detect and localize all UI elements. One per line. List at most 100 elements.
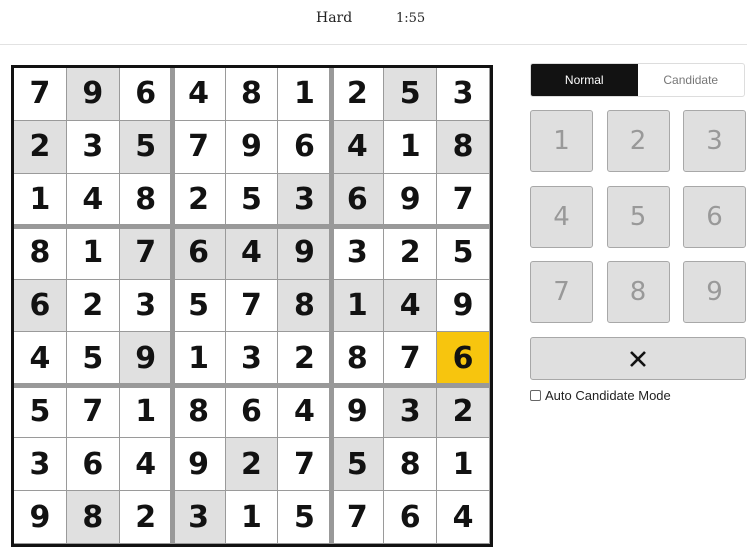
cell-r3c6[interactable]: 3	[278, 173, 332, 227]
number-key-9[interactable]: 9	[683, 261, 746, 323]
cell-r9c5[interactable]: 1	[225, 491, 279, 544]
cell-r7c8[interactable]: 3	[384, 385, 438, 439]
cell-r7c3[interactable]: 1	[119, 385, 173, 439]
cell-r2c9[interactable]: 8	[437, 120, 490, 174]
cell-r8c5[interactable]: 2	[225, 438, 279, 492]
cell-r8c4[interactable]: 9	[172, 438, 226, 492]
cell-r7c5[interactable]: 6	[225, 385, 279, 439]
cell-r1c4[interactable]: 4	[172, 68, 226, 121]
cell-r8c8[interactable]: 8	[384, 438, 438, 492]
cell-r4c8[interactable]: 2	[384, 226, 438, 280]
cell-r5c5[interactable]: 7	[225, 279, 279, 333]
cell-r1c7[interactable]: 2	[331, 68, 385, 121]
cell-r1c6[interactable]: 1	[278, 68, 332, 121]
cell-r5c3[interactable]: 3	[119, 279, 173, 333]
sudoku-board: 7964812532357964181482536978176493256235…	[11, 65, 493, 547]
cell-r3c8[interactable]: 9	[384, 173, 438, 227]
cell-r7c1[interactable]: 5	[14, 385, 67, 439]
cell-r8c6[interactable]: 7	[278, 438, 332, 492]
number-key-4[interactable]: 4	[530, 185, 593, 248]
cell-r9c3[interactable]: 2	[119, 491, 173, 544]
cell-r4c6[interactable]: 9	[278, 226, 332, 280]
cell-r1c5[interactable]: 8	[225, 68, 279, 121]
cell-r2c6[interactable]: 6	[278, 120, 332, 174]
cell-r7c6[interactable]: 4	[278, 385, 332, 439]
cell-r2c4[interactable]: 7	[172, 120, 226, 174]
cell-r7c4[interactable]: 8	[172, 385, 226, 439]
cell-r9c8[interactable]: 6	[384, 491, 438, 544]
cell-r5c8[interactable]: 4	[384, 279, 438, 333]
cell-r3c4[interactable]: 2	[172, 173, 226, 227]
number-key-3[interactable]: 3	[683, 110, 746, 172]
cell-r4c7[interactable]: 3	[331, 226, 385, 280]
auto-candidate-toggle[interactable]: Auto Candidate Mode	[530, 388, 671, 403]
cell-r1c2[interactable]: 9	[66, 68, 120, 121]
cell-r9c2[interactable]: 8	[66, 491, 120, 544]
cell-r7c7[interactable]: 9	[331, 385, 385, 439]
cell-r9c7[interactable]: 7	[331, 491, 385, 544]
cell-r6c7[interactable]: 8	[331, 332, 385, 386]
cell-r4c4[interactable]: 6	[172, 226, 226, 280]
cell-r4c1[interactable]: 8	[14, 226, 67, 280]
number-key-2[interactable]: 2	[606, 110, 670, 172]
number-key-8[interactable]: 8	[606, 261, 670, 323]
erase-button[interactable]	[530, 337, 746, 380]
cell-r2c8[interactable]: 1	[384, 120, 438, 174]
cell-r2c3[interactable]: 5	[119, 120, 173, 174]
close-x-icon	[630, 350, 646, 367]
number-key-6[interactable]: 6	[683, 185, 746, 248]
cell-r6c2[interactable]: 5	[66, 332, 120, 386]
number-key-7[interactable]: 7	[530, 261, 593, 323]
cell-r8c7[interactable]: 5	[331, 438, 385, 492]
cell-r8c2[interactable]: 6	[66, 438, 120, 492]
mode-normal-button[interactable]: Normal	[531, 64, 638, 96]
cell-r8c3[interactable]: 4	[119, 438, 173, 492]
number-key-5[interactable]: 5	[606, 185, 670, 248]
cell-r2c2[interactable]: 3	[66, 120, 120, 174]
cell-r5c4[interactable]: 5	[172, 279, 226, 333]
cell-r8c9[interactable]: 1	[437, 438, 490, 492]
cell-r5c6[interactable]: 8	[278, 279, 332, 333]
cell-r9c6[interactable]: 5	[278, 491, 332, 544]
cell-r6c5[interactable]: 3	[225, 332, 279, 386]
cell-r6c1[interactable]: 4	[14, 332, 67, 386]
block-divider-horizontal	[14, 382, 490, 388]
auto-candidate-checkbox[interactable]	[530, 390, 541, 401]
cell-r4c9[interactable]: 5	[437, 226, 490, 280]
cell-r2c7[interactable]: 4	[331, 120, 385, 174]
cell-r5c7[interactable]: 1	[331, 279, 385, 333]
cell-r3c5[interactable]: 5	[225, 173, 279, 227]
cell-r7c9[interactable]: 2	[437, 385, 490, 439]
cell-r3c9[interactable]: 7	[437, 173, 490, 227]
cell-r5c2[interactable]: 2	[66, 279, 120, 333]
cell-r1c3[interactable]: 6	[119, 68, 173, 121]
number-key-1[interactable]: 1	[530, 110, 593, 172]
cell-r1c9[interactable]: 3	[437, 68, 490, 121]
cell-r6c9[interactable]: 6	[437, 332, 490, 386]
cell-r9c1[interactable]: 9	[14, 491, 67, 544]
cell-r6c6[interactable]: 2	[278, 332, 332, 386]
cell-r9c9[interactable]: 4	[437, 491, 490, 544]
cell-r3c2[interactable]: 4	[66, 173, 120, 227]
cell-r6c8[interactable]: 7	[384, 332, 438, 386]
cell-r8c1[interactable]: 3	[14, 438, 67, 492]
cell-r4c3[interactable]: 7	[119, 226, 173, 280]
cell-r4c2[interactable]: 1	[66, 226, 120, 280]
cell-r1c1[interactable]: 7	[14, 68, 67, 121]
cell-r5c1[interactable]: 6	[14, 279, 67, 333]
mode-candidate-button[interactable]: Candidate	[638, 64, 745, 96]
auto-candidate-label: Auto Candidate Mode	[545, 388, 671, 403]
cell-r3c1[interactable]: 1	[14, 173, 67, 227]
difficulty-label: Hard	[316, 10, 353, 26]
cell-r2c1[interactable]: 2	[14, 120, 67, 174]
cell-r6c4[interactable]: 1	[172, 332, 226, 386]
cell-r7c2[interactable]: 7	[66, 385, 120, 439]
cell-r3c7[interactable]: 6	[331, 173, 385, 227]
cell-r1c8[interactable]: 5	[384, 68, 438, 121]
cell-r9c4[interactable]: 3	[172, 491, 226, 544]
cell-r6c3[interactable]: 9	[119, 332, 173, 386]
cell-r2c5[interactable]: 9	[225, 120, 279, 174]
cell-r5c9[interactable]: 9	[437, 279, 490, 333]
cell-r4c5[interactable]: 4	[225, 226, 279, 280]
cell-r3c3[interactable]: 8	[119, 173, 173, 227]
